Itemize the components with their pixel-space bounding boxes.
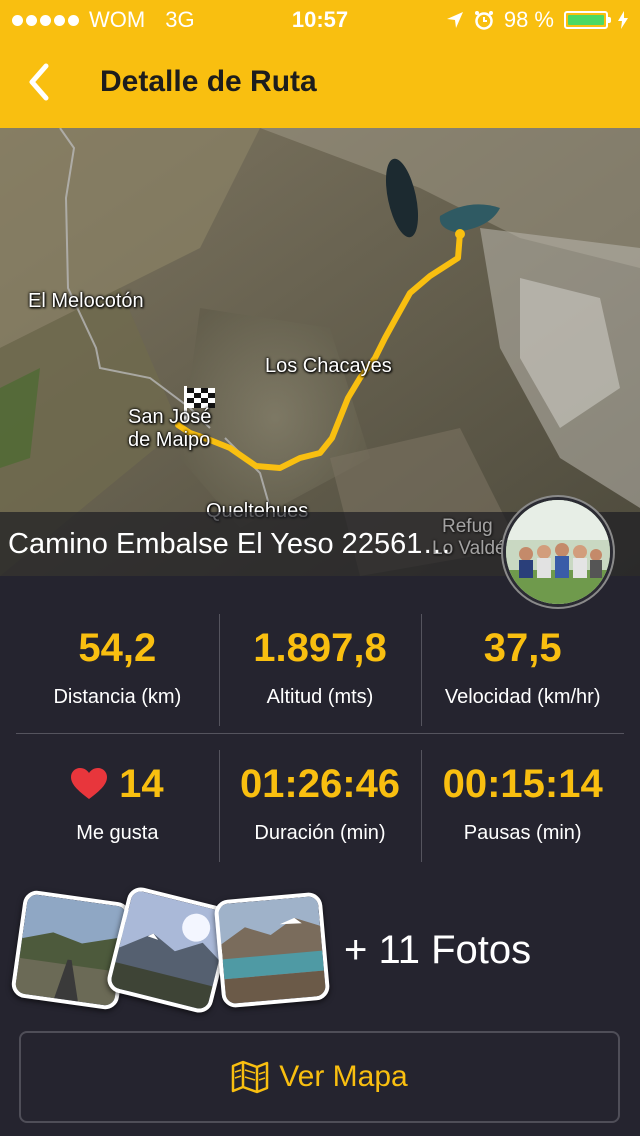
location-arrow-icon xyxy=(446,12,463,28)
route-start-marker xyxy=(455,229,465,239)
pauses-label: Pausas (min) xyxy=(463,822,582,844)
view-map-label: Ver Mapa xyxy=(279,1060,408,1093)
stats-row-1: 54,2 Distancia (km) 1.897,8 Altitud (mts… xyxy=(16,606,624,734)
stats-divider xyxy=(16,733,624,734)
stat-likes[interactable]: 14 Me gusta xyxy=(16,742,219,870)
speed-label: Velocidad (km/hr) xyxy=(444,686,601,708)
route-name: Camino Embalse El Yeso 22561… xyxy=(8,528,452,560)
map-icon xyxy=(232,1060,269,1094)
heart-icon[interactable] xyxy=(71,768,108,800)
photo-road-image xyxy=(14,893,128,1007)
map-label-el-melocoton: El Melocotón xyxy=(28,290,144,312)
photo-thumbnail[interactable] xyxy=(213,891,331,1009)
map-label-san-jose: San José xyxy=(128,406,212,428)
stat-distance: 54,2 Distancia (km) xyxy=(16,606,219,734)
back-button[interactable] xyxy=(22,58,62,106)
view-map-button[interactable]: Ver Mapa xyxy=(19,1031,620,1123)
navigation-bar: Detalle de Ruta xyxy=(0,40,640,128)
header: WOM 3G 10:57 98 % Detalle de Ruta xyxy=(0,0,640,128)
speed-value: 37,5 xyxy=(483,626,562,670)
altitude-label: Altitud (mts) xyxy=(266,686,374,708)
duration-label: Duración (min) xyxy=(254,822,386,844)
likes-value: 14 xyxy=(119,762,164,806)
more-photos-link[interactable]: + 11 Fotos xyxy=(344,920,531,980)
likes-label: Me gusta xyxy=(76,822,159,844)
status-bar: WOM 3G 10:57 98 % xyxy=(0,0,640,40)
battery-icon xyxy=(564,11,611,29)
pauses-value: 00:15:14 xyxy=(442,762,603,806)
duration-value: 01:26:46 xyxy=(239,762,401,806)
alarm-icon xyxy=(474,11,493,30)
map-label-los-chacayes: Los Chacayes xyxy=(265,355,392,377)
stat-speed: 37,5 Velocidad (km/hr) xyxy=(421,606,624,734)
photo-lake-image xyxy=(217,895,327,1005)
photo-mountain-image xyxy=(109,889,231,1011)
group-photo xyxy=(506,500,610,604)
distance-label: Distancia (km) xyxy=(53,686,182,708)
page-title: Detalle de Ruta xyxy=(100,65,317,98)
user-avatar[interactable] xyxy=(503,497,613,607)
stat-duration: 01:26:46 Duración (min) xyxy=(218,742,422,870)
stat-altitude: 1.897,8 Altitud (mts) xyxy=(218,606,422,734)
chevron-left-icon xyxy=(29,63,49,101)
charging-icon xyxy=(618,11,628,29)
battery-percent: 98 % xyxy=(503,7,554,32)
stats-row-2: 14 Me gusta 01:26:46 Duración (min) 00:1… xyxy=(16,742,624,870)
distance-value: 54,2 xyxy=(78,626,157,670)
map-label-de-maipo: de Maipo xyxy=(128,429,211,451)
altitude-value: 1.897,8 xyxy=(253,626,387,670)
stat-pauses: 00:15:14 Pausas (min) xyxy=(421,742,624,870)
